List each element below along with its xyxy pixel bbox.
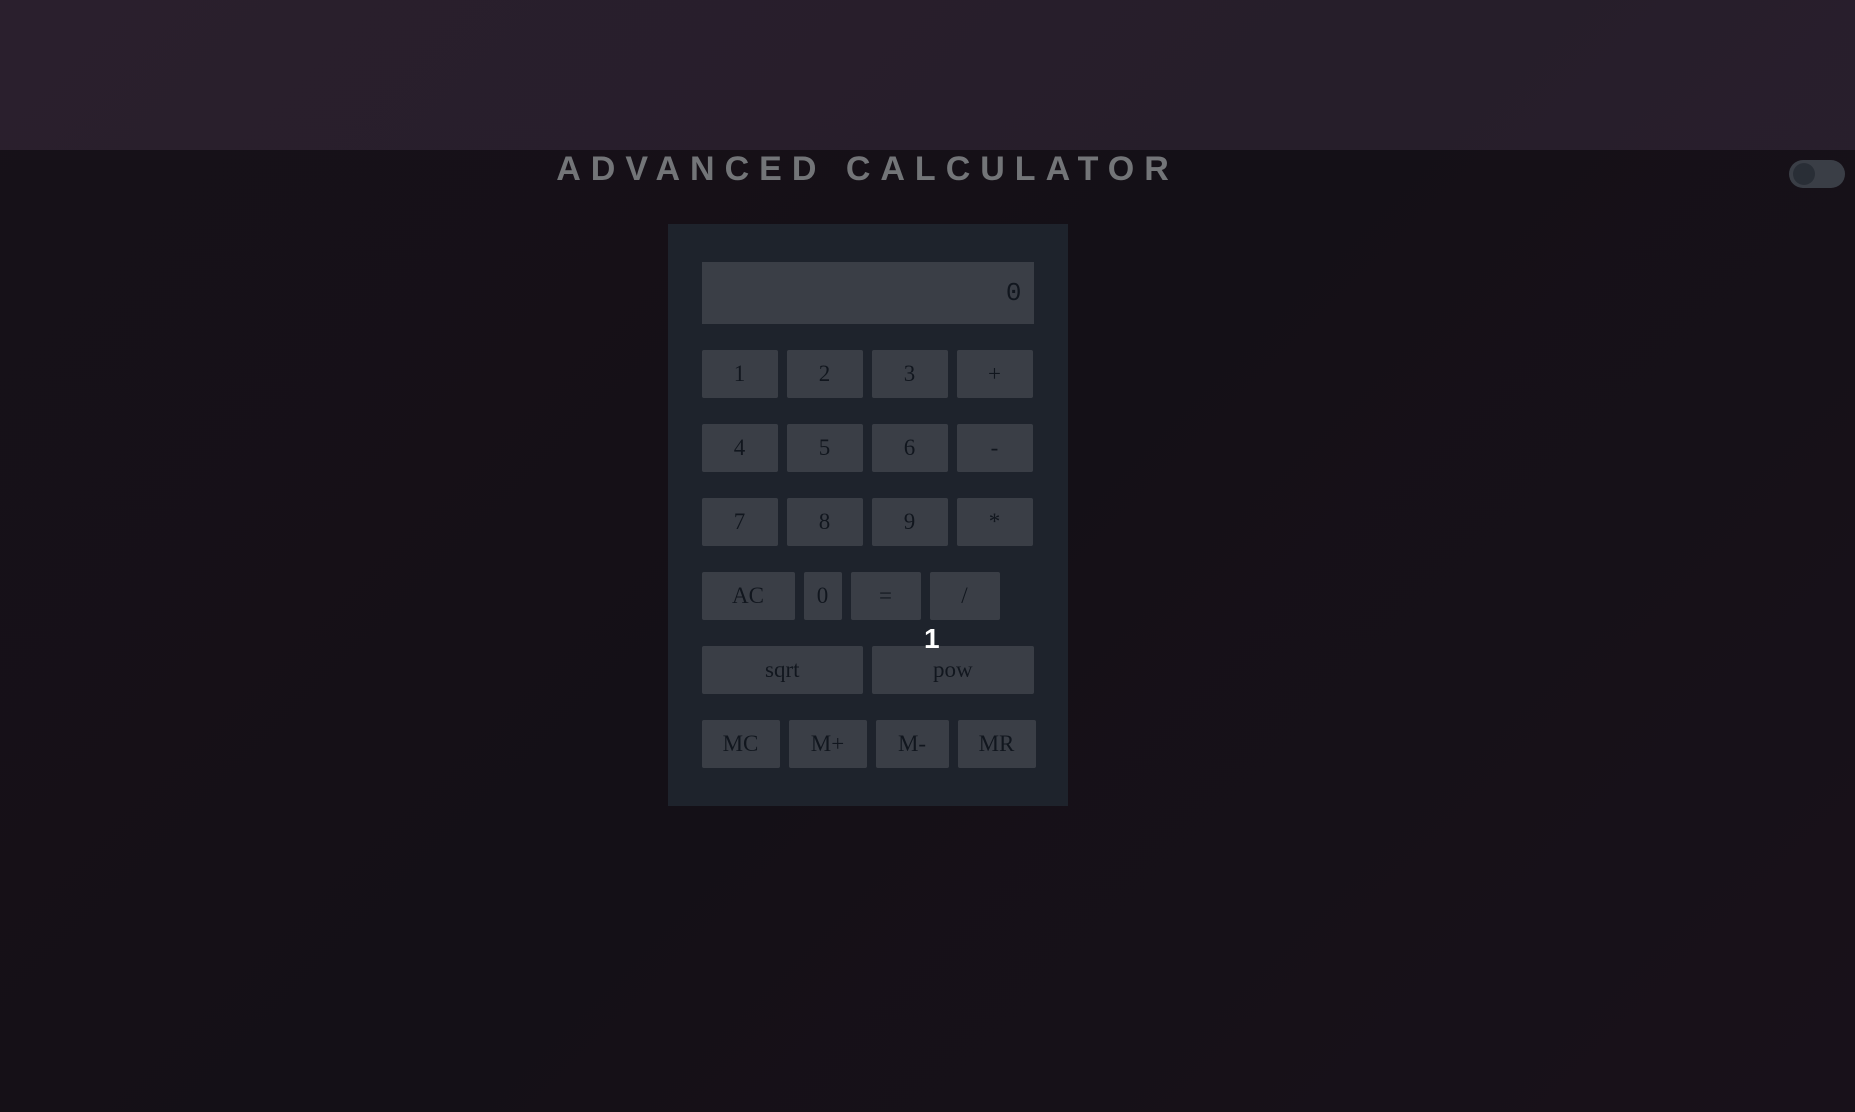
digit-3-button[interactable]: 3 <box>872 350 948 398</box>
calculator-display: 0 <box>702 262 1034 324</box>
digit-2-button[interactable]: 2 <box>787 350 863 398</box>
plus-button[interactable]: + <box>957 350 1033 398</box>
memory-recall-button[interactable]: MR <box>958 720 1036 768</box>
equals-button[interactable]: = <box>851 572 921 620</box>
digit-9-button[interactable]: 9 <box>872 498 948 546</box>
divide-button[interactable]: / <box>930 572 1000 620</box>
digit-6-button[interactable]: 6 <box>872 424 948 472</box>
page-title: ADVANCED CALCULATOR <box>0 150 1855 189</box>
digit-5-button[interactable]: 5 <box>787 424 863 472</box>
digit-4-button[interactable]: 4 <box>702 424 778 472</box>
memory-subtract-button[interactable]: M- <box>876 720 949 768</box>
memory-clear-button[interactable]: MC <box>702 720 780 768</box>
all-clear-button[interactable]: AC <box>702 572 795 620</box>
toggle-thumb <box>1793 163 1815 185</box>
multiply-button[interactable]: * <box>957 498 1033 546</box>
sqrt-button[interactable]: sqrt <box>702 646 864 694</box>
digit-0-button[interactable]: 0 <box>804 572 842 620</box>
memory-add-button[interactable]: M+ <box>789 720 867 768</box>
theme-toggle[interactable] <box>1789 160 1845 188</box>
pow-button[interactable]: pow <box>872 646 1034 694</box>
calculator-panel: 0 1 2 3 + 4 5 6 - 7 8 9 * AC 0 = / sqrt … <box>668 224 1068 806</box>
minus-button[interactable]: - <box>957 424 1033 472</box>
digit-1-button[interactable]: 1 <box>702 350 778 398</box>
digit-7-button[interactable]: 7 <box>702 498 778 546</box>
digit-8-button[interactable]: 8 <box>787 498 863 546</box>
